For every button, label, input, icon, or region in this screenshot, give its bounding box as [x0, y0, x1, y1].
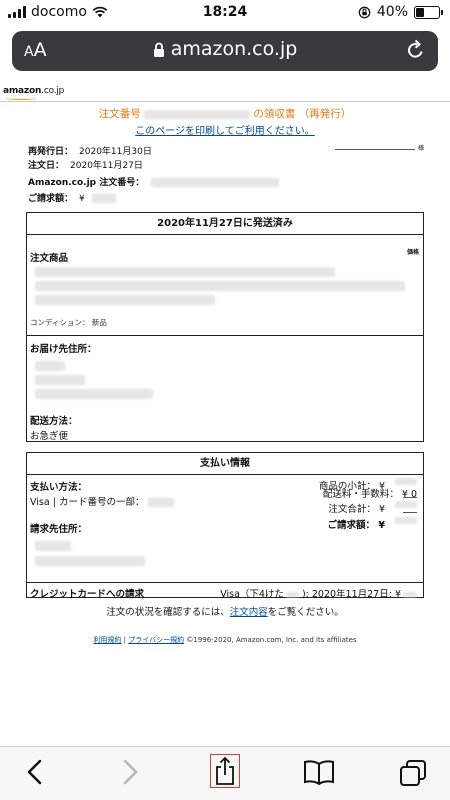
amazon-logo: amazon.co.jp [3, 86, 64, 100]
share-icon[interactable] [214, 756, 236, 786]
battery-percent: 40% [376, 4, 408, 20]
payment-method-value: Visa | カード番号の一部： [30, 494, 175, 508]
ordered-items-label: 注文商品 [30, 253, 69, 264]
order-status-note: 注文の状況を確認するには、注文内容をご覧ください。 [106, 607, 344, 618]
footer-legal: 利用規約 | プライバシー規約 ©1996-2020, Amazon.com, … [93, 636, 357, 644]
honorific: 様 [418, 145, 425, 152]
terms-link[interactable]: 利用規約 [93, 636, 121, 644]
redacted-order-number [144, 109, 251, 119]
order-number-row: Amazon.co.jp 注文番号： [28, 175, 280, 188]
reissue-date-row: 再発行日： 2020年11月30日 [28, 147, 152, 157]
receipt-page: amazon.co.jp 注文番号 の領収書 （再発行） このページを印刷してご… [0, 82, 450, 718]
lock-icon [153, 42, 164, 57]
url-display[interactable]: amazon.co.jp [12, 38, 438, 60]
order-date-row: 注文日： 2020年11月27日 [28, 161, 143, 171]
billing-amount-row: ご請求額： ¥ [28, 191, 116, 204]
status-bar: docomo 18:24 40% [0, 0, 450, 26]
shipping-method-value: お急ぎ便 [30, 431, 69, 442]
shipment-header: 2020年11月27日に発送済み [27, 213, 423, 235]
payment-header: 支払い情報 [27, 453, 423, 475]
bookmarks-icon[interactable] [303, 759, 335, 785]
browser-toolbar [0, 746, 450, 800]
address-bar[interactable]: AA amazon.co.jp [12, 31, 438, 71]
status-right: 40% [358, 4, 443, 20]
price-label: 価格 [406, 249, 419, 256]
addressee-line [335, 144, 415, 150]
privacy-link[interactable]: プライバシー規約 [128, 636, 184, 644]
delivery-address-label: お届け先住所： [30, 344, 97, 355]
payment-box: 支払い情報 支払い方法： Visa | カード番号の一部： 請求先住所： 商品の… [26, 452, 424, 600]
tabs-icon[interactable] [399, 759, 427, 787]
billing-address-label: 請求先住所： [30, 524, 88, 535]
shipping-method-label: 配送方法： [30, 416, 78, 427]
item-condition: コンディション： 新品 [30, 318, 107, 327]
order-details-link[interactable]: 注文内容 [230, 607, 268, 618]
header-divider [0, 101, 450, 102]
orientation-lock-icon [358, 6, 371, 18]
shipment-box: 2020年11月27日に発送済み 注文商品 価格 コンディション： 新品 お届け… [26, 212, 424, 442]
url-domain: amazon.co.jp [170, 38, 298, 60]
credit-card-charge-value: Visa（下4けた): 2020年11月27日: ¥ [220, 586, 417, 600]
payment-method-label: 支払い方法： [30, 482, 88, 493]
reload-icon[interactable] [406, 39, 426, 61]
print-page-link[interactable]: このページを印刷してご利用ください。 [0, 122, 450, 137]
battery-icon [414, 5, 443, 19]
back-icon[interactable] [26, 759, 44, 785]
receipt-title: 注文番号 の領収書 （再発行） [98, 108, 352, 120]
forward-icon[interactable] [121, 759, 139, 785]
credit-card-charge-label: クレジットカードへの請求 [30, 589, 145, 600]
billed-total-label: ご請求額： ¥ [327, 520, 385, 531]
order-total-label: 注文合計： ¥ [328, 504, 385, 515]
